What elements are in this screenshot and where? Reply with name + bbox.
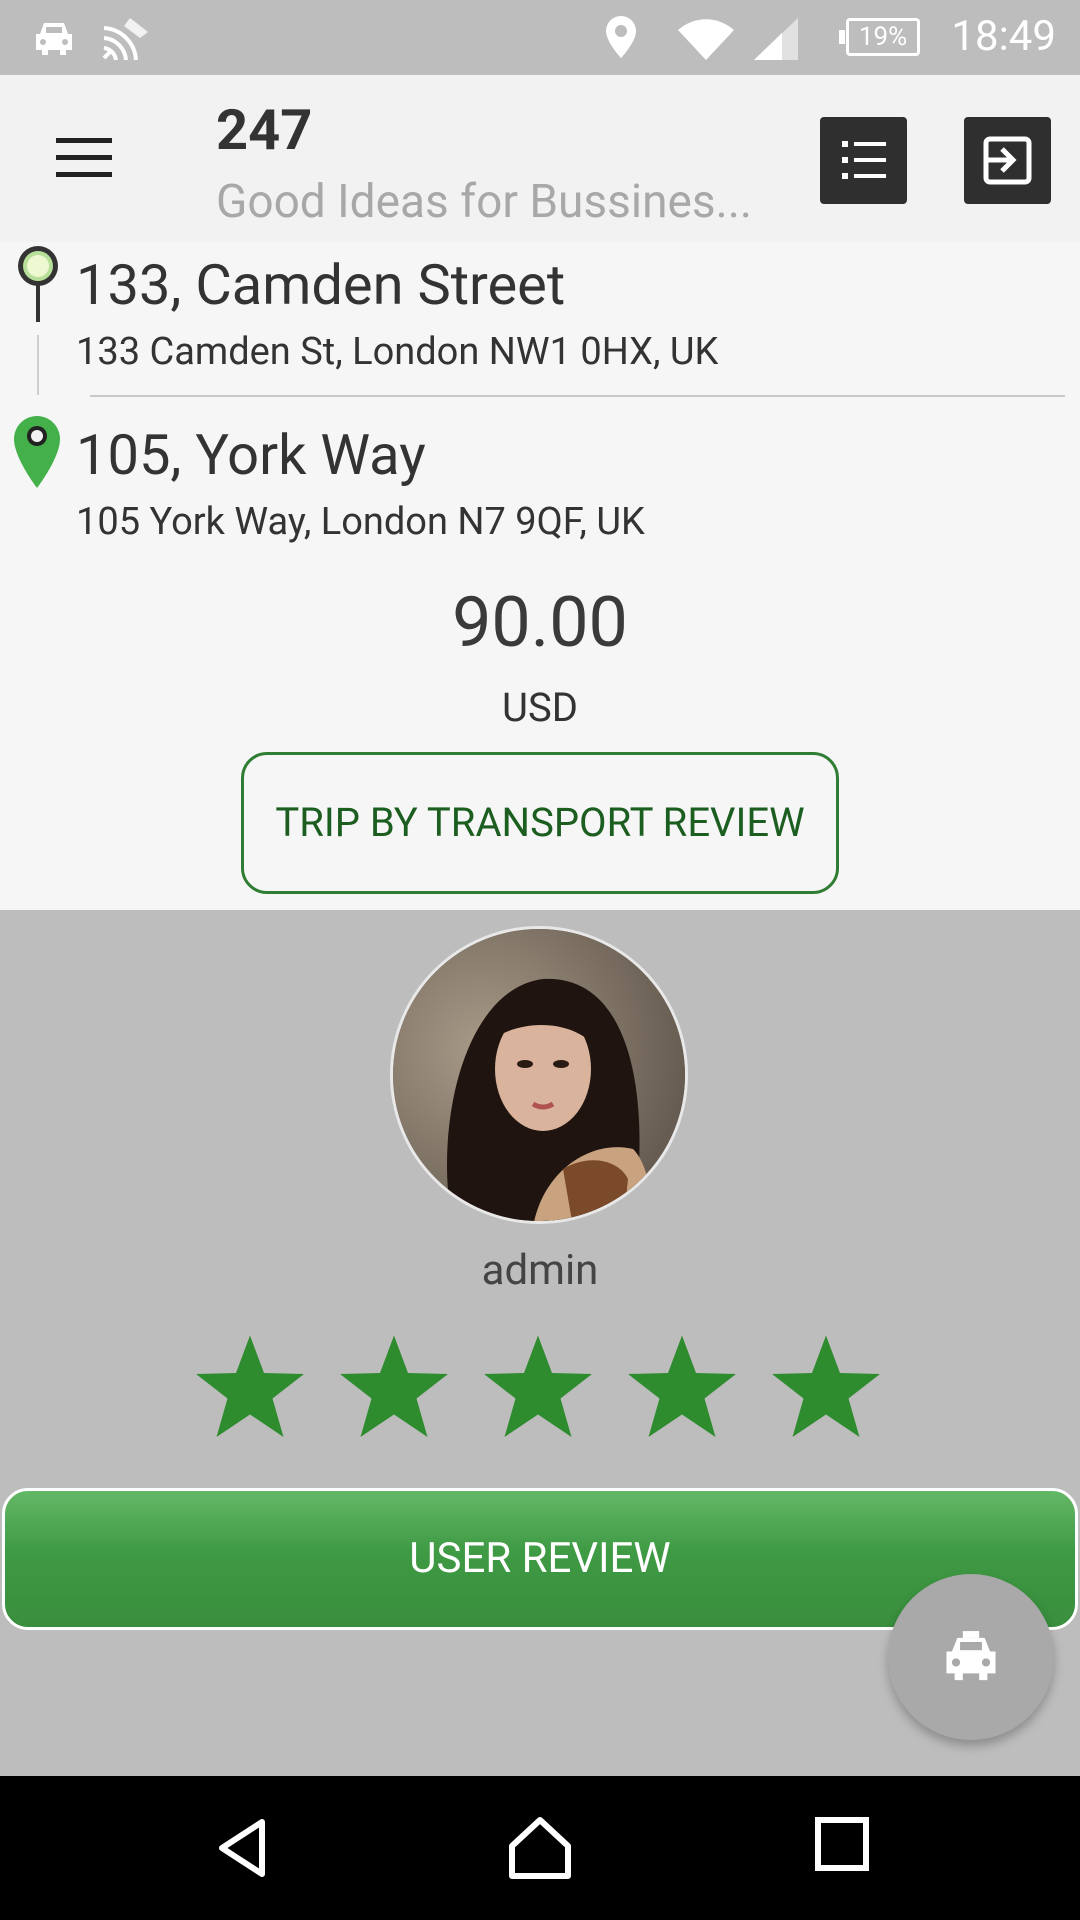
pickup-address: 133 Camden St, London NW1 0HX, UK <box>76 330 719 374</box>
star-icon[interactable] <box>622 1328 742 1448</box>
taxi-status-icon <box>36 23 72 55</box>
logout-button[interactable] <box>964 117 1051 204</box>
app-title: 247 <box>216 97 313 163</box>
system-nav-bar <box>0 1776 1080 1920</box>
recents-icon[interactable] <box>814 1816 870 1872</box>
avatar-photo <box>393 929 685 1221</box>
star-icon[interactable] <box>478 1328 598 1448</box>
list-button[interactable] <box>820 117 907 204</box>
app-subtitle: Good Ideas for Bussines... <box>216 175 753 229</box>
home-icon[interactable] <box>508 1816 572 1880</box>
trip-review-button[interactable]: TRIP BY TRANSPORT REVIEW <box>241 752 839 894</box>
driver-review-panel: admin USER REVIEW <box>0 910 1080 1776</box>
cast-icon <box>102 18 148 61</box>
route-connector <box>37 335 39 395</box>
pickup-title: 133, Camden Street <box>76 252 566 318</box>
taxi-fab-button[interactable] <box>888 1574 1054 1740</box>
location-icon <box>606 16 636 58</box>
menu-icon[interactable] <box>56 138 112 180</box>
driver-name: admin <box>481 1246 599 1295</box>
clock: 18:49 <box>951 12 1056 61</box>
signal-icon <box>754 18 798 60</box>
wifi-icon <box>678 19 734 60</box>
taxi-icon <box>946 1631 996 1681</box>
star-icon[interactable] <box>766 1328 886 1448</box>
fare-currency: USD <box>502 684 578 731</box>
battery-icon: 19% <box>839 18 920 56</box>
divider <box>90 395 1065 397</box>
exit-icon <box>983 136 1032 185</box>
star-icon[interactable] <box>334 1328 454 1448</box>
pickup-pin-icon <box>18 246 58 322</box>
dropoff-pin-icon <box>14 416 60 488</box>
trip-details: 133, Camden Street 133 Camden St, London… <box>0 242 1080 910</box>
list-icon <box>842 141 886 179</box>
status-bar: 19% 18:49 <box>0 0 1080 75</box>
fare-amount: 90.00 <box>452 582 628 664</box>
dropoff-address: 105 York Way, London N7 9QF, UK <box>76 500 645 544</box>
avatar <box>390 926 688 1224</box>
back-icon[interactable] <box>212 1816 272 1880</box>
dropoff-title: 105, York Way <box>76 422 426 488</box>
app-bar: 247 Good Ideas for Bussines... <box>0 75 1080 242</box>
star-icon[interactable] <box>190 1328 310 1448</box>
rating-stars[interactable] <box>190 1328 890 1448</box>
